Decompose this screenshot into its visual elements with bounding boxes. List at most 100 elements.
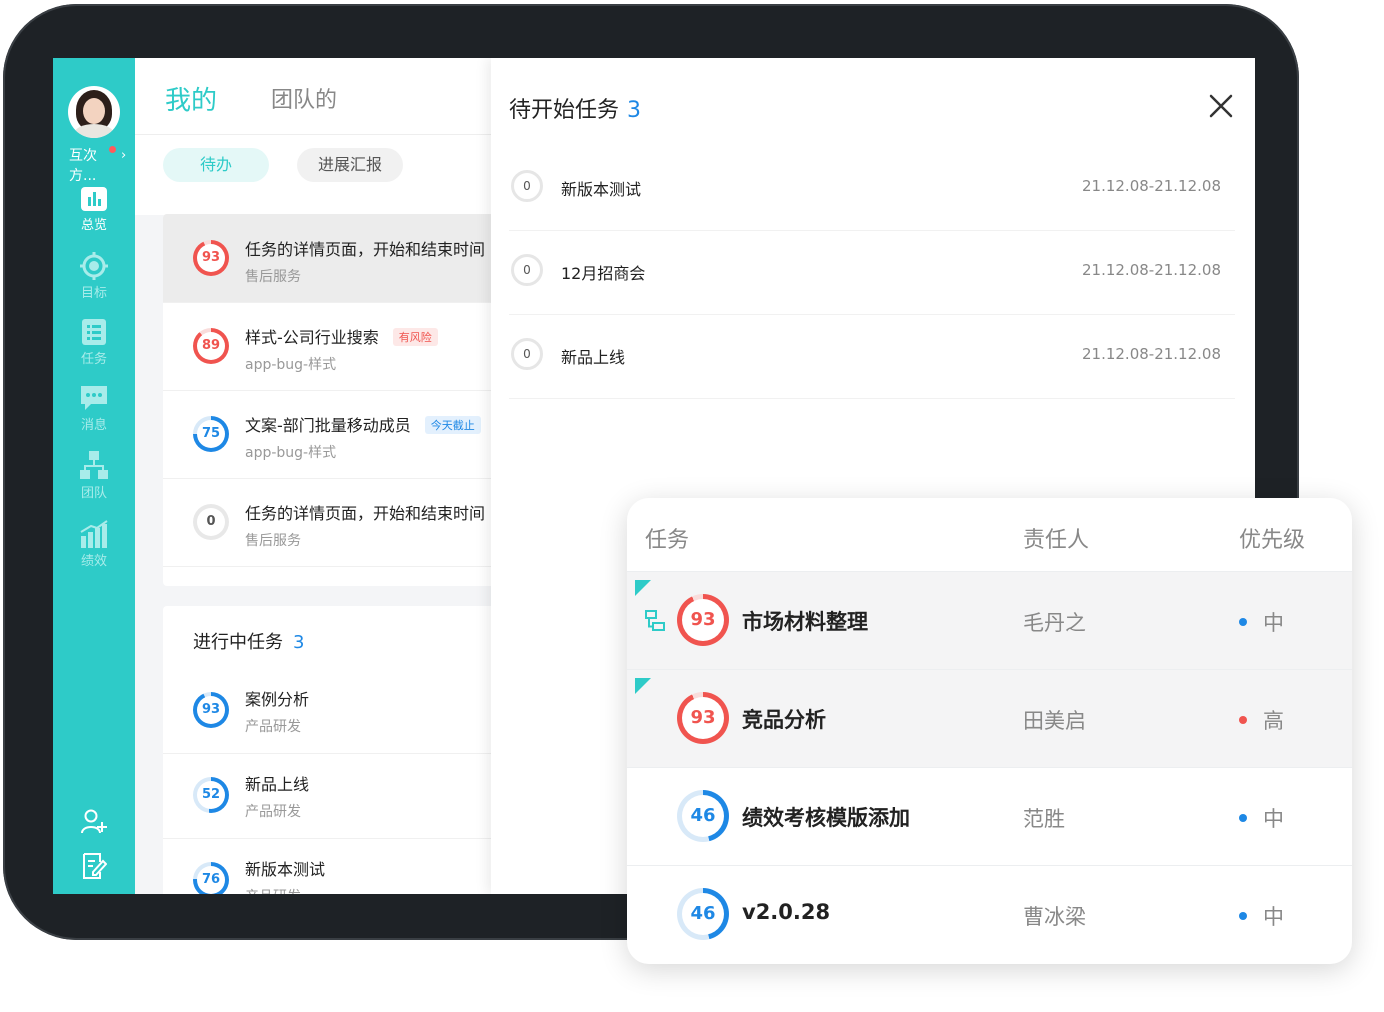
task-name: 新版本测试 xyxy=(561,180,642,199)
task-title: 案例分析 xyxy=(245,690,310,709)
tab-team[interactable]: 团队的 xyxy=(271,82,337,114)
list-item[interactable]: 76 新版本测试产品研发 xyxy=(163,838,503,894)
corner-flag-icon xyxy=(635,580,651,596)
score-ring: 0 xyxy=(193,504,229,540)
task-project: app-bug-样式 xyxy=(245,445,337,461)
priority-dot xyxy=(1239,912,1247,920)
close-icon[interactable] xyxy=(1203,88,1239,124)
score-value: 93 xyxy=(201,702,221,717)
sidebar-item-team[interactable]: 团队 xyxy=(53,450,135,501)
table-row[interactable]: 46 绩效考核模版添加 范胜 中 xyxy=(627,767,1352,866)
task-project: 产品研发 xyxy=(245,719,301,735)
score-ring: 89 xyxy=(193,328,229,364)
score-value: 89 xyxy=(201,338,221,353)
sidebar-item-label: 绩效 xyxy=(80,554,107,569)
drawer-count: 3 xyxy=(627,98,642,123)
table-row[interactable]: 46 v2.0.28 曹冰梁 中 xyxy=(627,865,1352,964)
task-name: v2.0.28 xyxy=(742,900,831,924)
tab-mine[interactable]: 我的 xyxy=(165,80,217,117)
team-icon xyxy=(80,451,108,479)
score-value: 46 xyxy=(690,805,716,826)
sidebar-item-label: 任务 xyxy=(80,352,107,367)
sidebar-item-messages[interactable]: 消息 xyxy=(53,384,135,433)
task-date-range: 21.12.08-21.12.08 xyxy=(1081,345,1221,363)
sidebar-item-overview[interactable]: 总览 xyxy=(53,186,135,233)
list-item[interactable]: 0 任务的详情页面，开始和结束时间 售后服务 xyxy=(163,478,503,567)
task-project: 产品研发 xyxy=(245,886,301,894)
score-ring: 0 xyxy=(511,170,543,202)
list-item[interactable]: 93 任务的详情页面，开始和结束时间 售后服务 xyxy=(163,214,503,303)
task-name: 绩效考核模版添加 xyxy=(742,806,910,830)
notification-dot xyxy=(109,146,116,153)
pending-task-row[interactable]: 0 12月招商会 21.12.08-21.12.08 xyxy=(509,230,1235,315)
edit-note-icon[interactable] xyxy=(81,852,107,880)
score-ring: 93 xyxy=(193,240,229,276)
avatar[interactable] xyxy=(68,86,120,138)
score-ring: 93 xyxy=(193,692,229,728)
list-item[interactable]: 75 文案-部门批量移动成员 今天截止 app-bug-样式 xyxy=(163,390,503,479)
task-owner: 田美启 xyxy=(1023,709,1086,733)
priority-dot xyxy=(1239,814,1247,822)
task-title: 文案-部门批量移动成员 今天截止 xyxy=(245,412,481,436)
user-name[interactable]: 互次方... xyxy=(69,146,109,186)
table-row[interactable]: 93 竞品分析 田美启 高 xyxy=(627,669,1352,768)
list-item[interactable]: 89 样式-公司行业搜索 有风险 app-bug-样式 xyxy=(163,302,503,391)
table-row[interactable]: 93 市场材料整理 毛丹之 中 xyxy=(627,571,1352,670)
task-owner: 范胜 xyxy=(1023,807,1065,831)
score-ring: 46 xyxy=(677,790,729,842)
performance-icon xyxy=(80,520,108,548)
chevron-right-icon[interactable]: › xyxy=(121,148,126,163)
score-value: 52 xyxy=(201,787,221,802)
score-value: 93 xyxy=(201,250,221,265)
pending-task-row[interactable]: 0 新版本测试 21.12.08-21.12.08 xyxy=(509,146,1235,231)
add-user-icon[interactable] xyxy=(80,808,108,836)
section-title: 进行中任务 3 xyxy=(193,632,305,653)
task-project: app-bug-样式 xyxy=(245,357,337,373)
sidebar-item-label: 团队 xyxy=(80,486,107,501)
todo-card: 93 任务的详情页面，开始和结束时间 售后服务 89 样式-公司行业搜索 有风险 app-b… xyxy=(163,214,503,586)
filter-bar: 待办 进展汇报 xyxy=(135,135,491,215)
task-owner: 曹冰梁 xyxy=(1023,905,1086,929)
task-name: 市场材料整理 xyxy=(742,610,868,634)
score-ring: 93 xyxy=(677,692,729,744)
in-progress-card: 进行中任务3 93案例分析产品研发52新品上线产品研发76新版本测试产品研发 xyxy=(163,606,503,894)
sidebar-item-tasks[interactable]: 任务 xyxy=(53,318,135,367)
sidebar-item-performance[interactable]: 绩效 xyxy=(53,520,135,569)
task-title: 样式-公司行业搜索 有风险 xyxy=(245,324,438,348)
task-priority: 中 xyxy=(1263,611,1284,635)
task-title: 任务的详情页面，开始和结束时间 xyxy=(245,504,486,523)
task-title: 新版本测试 xyxy=(245,860,326,879)
task-project: 售后服务 xyxy=(245,533,301,549)
filter-progress-report[interactable]: 进展汇报 xyxy=(297,148,403,182)
column-header-task: 任务 xyxy=(645,528,690,553)
score-value: 75 xyxy=(201,426,221,441)
priority-dot xyxy=(1239,716,1247,724)
task-table-card: 任务 责任人 优先级 93 市场材料整理 毛丹之中 93 竞品分析 田美启高 46 绩效考核模… xyxy=(627,498,1352,964)
bar-chart-icon xyxy=(81,187,107,211)
filter-todo[interactable]: 待办 xyxy=(163,148,269,182)
task-priority: 中 xyxy=(1263,807,1284,831)
task-project: 售后服务 xyxy=(245,269,301,285)
score-ring: 76 xyxy=(193,862,229,894)
list-item[interactable]: 93 案例分析产品研发 xyxy=(163,668,503,754)
list-item[interactable]: 52 新品上线 产品研发 xyxy=(163,753,503,839)
sidebar-item-goals[interactable]: 目标 xyxy=(53,252,135,301)
sidebar-item-label: 总览 xyxy=(80,218,107,233)
section-count: 3 xyxy=(293,632,305,653)
score-ring: 0 xyxy=(511,338,543,370)
subtask-icon[interactable] xyxy=(645,610,665,632)
task-list-icon xyxy=(82,319,106,345)
score-ring: 93 xyxy=(677,594,729,646)
drawer-title: 待开始任务 3 xyxy=(509,98,642,123)
task-date-range: 21.12.08-21.12.08 xyxy=(1081,261,1221,279)
risk-badge: 有风险 xyxy=(392,328,438,346)
pending-task-row[interactable]: 0 新品上线 21.12.08-21.12.08 xyxy=(509,314,1235,399)
target-icon xyxy=(80,252,108,280)
task-name: 新品上线 xyxy=(561,348,626,367)
score-ring: 75 xyxy=(193,416,229,452)
score-ring: 46 xyxy=(677,888,729,940)
score-value: 0 xyxy=(206,514,216,529)
score-value: 93 xyxy=(690,609,716,630)
sidebar-item-label: 消息 xyxy=(80,418,107,433)
task-name: 12月招商会 xyxy=(561,264,646,283)
